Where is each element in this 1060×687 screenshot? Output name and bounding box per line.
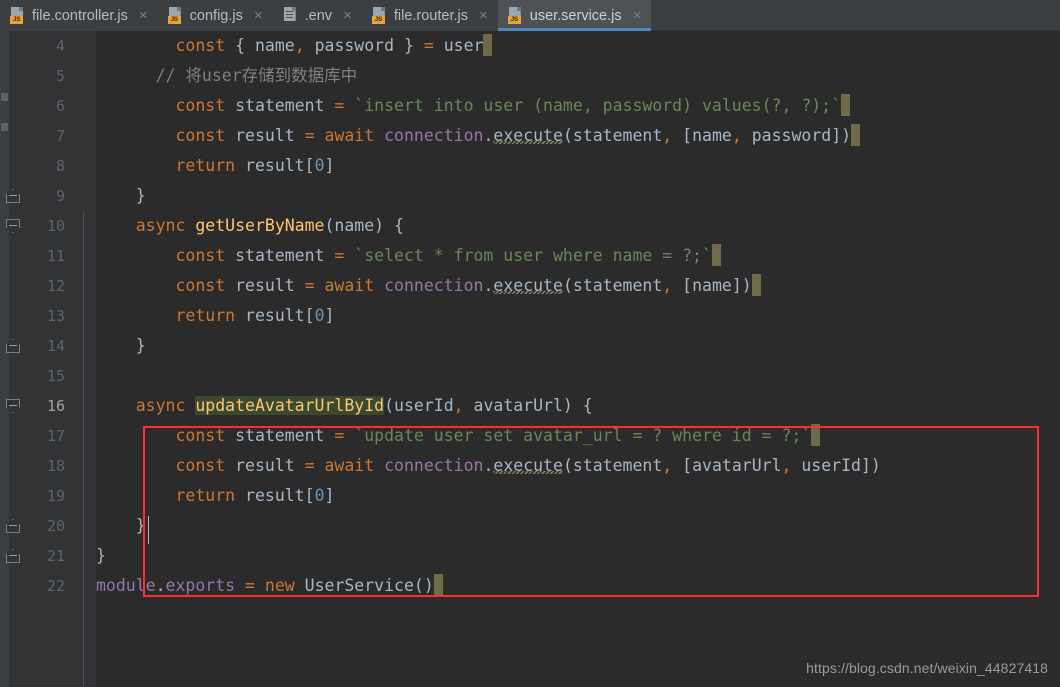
editor-tab-bar: JS file.controller.js × JS config.js × .…	[0, 0, 1060, 31]
eol-marker	[711, 244, 721, 266]
tab-label: config.js	[189, 7, 243, 24]
line-number: 6	[55, 97, 65, 115]
line-number: 4	[55, 37, 65, 55]
code-line-9: }	[96, 186, 146, 205]
tab-label: user.service.js	[529, 7, 622, 24]
highlighted-identifier: updateAvatarUrlById	[195, 396, 385, 415]
code-folding-gutter[interactable]	[73, 31, 96, 687]
tab-close-icon[interactable]: ×	[478, 8, 489, 23]
code-editor[interactable]: 4 5 6 7 8 9 10 11 12 13 14 15 16 17 18 1…	[0, 31, 1060, 687]
eol-marker	[811, 424, 821, 446]
code-line-8: return result[0]	[96, 156, 335, 175]
text-file-icon	[283, 7, 298, 24]
line-number: 15	[46, 367, 65, 385]
line-number: 19	[46, 487, 65, 505]
execute-call: execute	[493, 126, 563, 145]
code-line-5: // 将user存储到数据库中	[96, 66, 358, 85]
fold-start-marker[interactable]	[6, 399, 20, 413]
eol-marker	[851, 124, 861, 146]
js-file-icon: JS	[10, 7, 25, 24]
tab-close-icon[interactable]: ×	[632, 8, 643, 23]
tab-label: .env	[304, 7, 333, 24]
fold-end-marker[interactable]	[6, 519, 20, 533]
code-line-16: async updateAvatarUrlById(userId, avatar…	[96, 396, 593, 415]
tab-file-controller-js[interactable]: JS file.controller.js ×	[0, 0, 158, 31]
eol-marker	[483, 34, 493, 56]
code-line-11: const statement = `select * from user wh…	[96, 241, 721, 271]
tab-label: file.router.js	[393, 7, 468, 24]
tab-close-icon[interactable]: ×	[253, 8, 264, 23]
line-number: 13	[46, 307, 65, 325]
line-number: 12	[46, 277, 65, 295]
line-number: 5	[55, 67, 65, 85]
eol-marker	[841, 94, 851, 116]
js-file-icon: JS	[507, 7, 523, 24]
code-line-6: const statement = `insert into user (nam…	[96, 91, 851, 121]
tab-file-router-js[interactable]: JS file.router.js ×	[361, 0, 498, 31]
js-file-icon: JS	[167, 7, 183, 24]
eol-marker	[751, 274, 761, 296]
code-line-10: async getUserByName(name) {	[96, 216, 404, 235]
csdn-watermark: https://blog.csdn.net/weixin_44827418	[806, 660, 1048, 676]
code-line-18: const result = await connection.execute(…	[96, 456, 881, 475]
code-line-17: const statement = `update user set avata…	[96, 421, 821, 451]
fold-end-marker[interactable]	[6, 189, 20, 203]
execute-call: execute	[493, 276, 563, 295]
eol-marker	[433, 574, 443, 596]
tab-env[interactable]: .env ×	[272, 0, 362, 31]
code-line-12: const result = await connection.execute(…	[96, 271, 761, 301]
line-number: 18	[46, 457, 65, 475]
code-line-20: }	[96, 516, 146, 535]
ide-window: JS file.controller.js × JS config.js × .…	[0, 0, 1060, 687]
code-line-7: const result = await connection.execute(…	[96, 121, 861, 151]
line-number: 8	[55, 157, 65, 175]
text-caret	[148, 516, 149, 544]
code-line-19: return result[0]	[96, 486, 335, 505]
line-number: 17	[46, 427, 65, 445]
tab-close-icon[interactable]: ×	[138, 8, 149, 23]
line-number: 7	[55, 127, 65, 145]
execute-call: execute	[493, 456, 563, 475]
code-line-14: }	[96, 336, 146, 355]
fold-guide-line	[83, 211, 84, 687]
error-marker-strip[interactable]	[0, 31, 9, 687]
code-text-area[interactable]: const { name, password } = user // 将user…	[96, 31, 1060, 687]
code-line-13: return result[0]	[96, 306, 335, 325]
source-code: const { name, password } = user // 将user…	[96, 31, 1060, 687]
line-number: 11	[46, 247, 65, 265]
tab-user-service-js[interactable]: JS user.service.js ×	[497, 0, 652, 31]
fold-start-marker[interactable]	[6, 219, 20, 233]
tab-config-js[interactable]: JS config.js ×	[157, 0, 273, 31]
tab-label: file.controller.js	[32, 7, 128, 24]
line-number-gutter: 4 5 6 7 8 9 10 11 12 13 14 15 16 17 18 1…	[9, 31, 73, 687]
tab-close-icon[interactable]: ×	[342, 8, 353, 23]
code-line-22: module.exports = new UserService()	[96, 571, 443, 601]
line-number: 22	[46, 577, 65, 595]
code-line-4: const { name, password } = user	[96, 31, 493, 61]
fold-end-marker[interactable]	[6, 339, 20, 353]
js-file-icon: JS	[371, 7, 387, 24]
fold-end-marker[interactable]	[6, 549, 20, 563]
code-line-21: }	[96, 546, 106, 565]
